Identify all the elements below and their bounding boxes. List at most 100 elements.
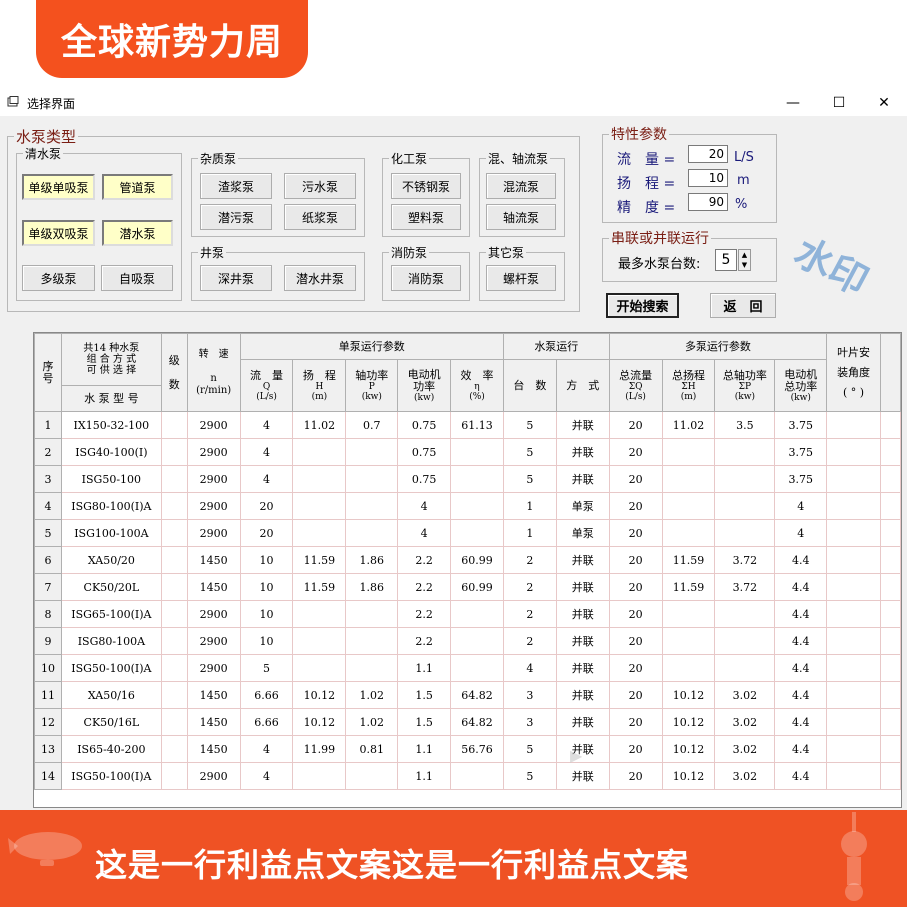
row-index-cell: 13 — [34, 735, 62, 763]
filler-cell — [879, 681, 901, 709]
pulp-pump-button[interactable]: 纸浆泵 — [284, 204, 356, 230]
multistage-pump-button[interactable]: 多级泵 — [22, 265, 95, 291]
table-cell — [160, 681, 188, 709]
table-cell: 4 — [774, 492, 828, 520]
submersible-pump-button[interactable]: 潜水泵 — [102, 220, 173, 246]
submersible-well-pump-button[interactable]: 潜水井泵 — [284, 265, 356, 291]
start-search-button[interactable]: 开始搜索 — [606, 293, 679, 318]
header-filler — [879, 333, 901, 412]
mixed-flow-pump-button[interactable]: 混流泵 — [486, 173, 556, 199]
table-cell: 4.4 — [774, 546, 828, 574]
table-cell: 并联 — [555, 762, 610, 790]
close-button[interactable]: ✕ — [861, 90, 907, 116]
table-row[interactable]: 8 ISG65-100(I)A 2900 10 2.2 2 并联 20 4.4 — [34, 600, 901, 628]
table-cell: 3.02 — [714, 735, 776, 763]
table-cell: CK50/16L — [60, 708, 162, 736]
table-row[interactable]: 14 ISG50-100(I)A 2900 4 1.1 5 并联 20 10.12 3.02 4.4 — [34, 762, 901, 790]
plastic-pump-button[interactable]: 塑料泵 — [391, 204, 461, 230]
table-cell: 2.2 — [397, 627, 452, 655]
chemical-legend: 化工泵 — [391, 152, 428, 166]
table-row[interactable]: 10 ISG50-100(I)A 2900 5 1.1 4 并联 20 4.4 — [34, 654, 901, 682]
submersible-sewage-button[interactable]: 潜污泵 — [200, 204, 272, 230]
table-cell: ISG50-100 — [60, 465, 162, 493]
table-row[interactable]: 1 IX150-32-100 2900 4 11.02 0.7 0.75 61.13 5 并联 20… — [34, 411, 901, 439]
max-pumps-spinner[interactable]: ▲ ▼ — [738, 249, 751, 271]
accuracy-input[interactable]: 90 — [688, 193, 728, 211]
self-priming-pump-button[interactable]: 自吸泵 — [101, 265, 173, 291]
filler-cell — [879, 492, 901, 520]
table-cell: 11.59 — [292, 573, 347, 601]
table-cell — [661, 465, 716, 493]
table-cell: 6.66 — [239, 681, 294, 709]
table-cell — [450, 627, 504, 655]
flow-label: 流 量 = — [617, 152, 676, 168]
table-cell: 并联 — [555, 411, 610, 439]
table-cell: 3 — [502, 708, 557, 736]
table-cell — [345, 654, 399, 682]
table-cell: 1 — [502, 519, 557, 547]
results-grid[interactable]: 序 号 共14 种水泵 组 合 方 式 可 供 选 择 级 数 转 速 n (r… — [33, 332, 902, 808]
row-index-cell: 4 — [34, 492, 62, 520]
header-head: 扬 程H (m) — [292, 359, 347, 412]
table-cell: 单泵 — [555, 492, 610, 520]
table-cell: 并联 — [555, 465, 610, 493]
table-cell — [345, 519, 399, 547]
table-cell: 11.59 — [661, 546, 716, 574]
table-row[interactable]: 12 CK50/16L 1450 6.66 10.12 1.02 1.5 64.82 3 并联 20… — [34, 708, 901, 736]
single-stage-double-suction-button[interactable]: 单级双吸泵 — [22, 220, 95, 246]
table-cell — [345, 762, 399, 790]
table-cell: 1.02 — [345, 708, 399, 736]
table-cell: 1.86 — [345, 573, 399, 601]
table-row[interactable]: 2 ISG40-100(I) 2900 4 0.75 5 并联 20 3.75 — [34, 438, 901, 466]
table-row[interactable]: 9 ISG80-100A 2900 10 2.2 2 并联 20 4.4 — [34, 627, 901, 655]
table-row[interactable]: 3 ISG50-100 2900 4 0.75 5 并联 20 3.75 — [34, 465, 901, 493]
maximize-button[interactable]: ☐ — [816, 90, 862, 116]
table-cell: 并联 — [555, 600, 610, 628]
header-motor-power: 电动机 功率 (kw) — [397, 359, 452, 412]
head-label: 扬 程 = — [617, 176, 676, 192]
sewage-pump-button[interactable]: 污水泵 — [284, 173, 356, 199]
flow-input[interactable]: 20 — [688, 145, 728, 163]
deep-well-pump-button[interactable]: 深井泵 — [200, 265, 272, 291]
axial-flow-pump-button[interactable]: 轴流泵 — [486, 204, 556, 230]
table-cell: 3.02 — [714, 762, 776, 790]
table-cell — [160, 465, 188, 493]
single-stage-single-suction-button[interactable]: 单级单吸泵 — [22, 174, 95, 200]
head-input[interactable]: 10 — [688, 169, 728, 187]
table-cell — [160, 762, 188, 790]
table-cell: ISG65-100(I)A — [60, 600, 162, 628]
header-model: 水 泵 型 号 — [60, 385, 162, 412]
table-cell: 20 — [608, 573, 663, 601]
table-cell: 20 — [608, 411, 663, 439]
minimize-button[interactable]: — — [770, 90, 816, 116]
table-cell: 2.2 — [397, 600, 452, 628]
table-cell — [160, 735, 188, 763]
table-row[interactable]: 4 ISG80-100(I)A 2900 20 4 1 单泵 20 4 — [34, 492, 901, 520]
slurry-pump-button[interactable]: 渣浆泵 — [200, 173, 272, 199]
table-cell: ISG80-100A — [60, 627, 162, 655]
table-row[interactable]: 13 IS65-40-200 1450 4 11.99 0.81 1.1 56.76 5 并联 20… — [34, 735, 901, 763]
header-total-motor: 电动机 总功率 (kw) — [774, 359, 828, 412]
stainless-pump-button[interactable]: 不锈钢泵 — [391, 173, 461, 199]
table-cell — [661, 438, 716, 466]
back-button[interactable]: 返 回 — [710, 293, 776, 318]
table-cell: 20 — [239, 492, 294, 520]
row-index-cell: 2 — [34, 438, 62, 466]
table-row[interactable]: 5 ISG100-100A 2900 20 4 1 单泵 20 4 — [34, 519, 901, 547]
pipeline-pump-button[interactable]: 管道泵 — [102, 174, 173, 200]
table-cell: 1450 — [186, 681, 241, 709]
fire-pump-button[interactable]: 消防泵 — [391, 265, 461, 291]
table-row[interactable]: 6 XA50/20 1450 10 11.59 1.86 2.2 60.99 2 并联 20 11.5… — [34, 546, 901, 574]
table-row[interactable]: 7 CK50/20L 1450 10 11.59 1.86 2.2 60.99 2 并联 20 11.… — [34, 573, 901, 601]
max-pumps-input[interactable]: 5 — [715, 249, 737, 271]
table-cell — [450, 438, 504, 466]
table-cell — [160, 600, 188, 628]
table-cell — [345, 492, 399, 520]
table-row[interactable]: 11 XA50/16 1450 6.66 10.12 1.02 1.5 64.82 3 并联 20 1… — [34, 681, 901, 709]
table-cell — [160, 411, 188, 439]
row-index-cell: 9 — [34, 627, 62, 655]
table-cell — [450, 465, 504, 493]
table-cell: 1450 — [186, 735, 241, 763]
blade-angle-cell — [826, 465, 881, 493]
screw-pump-button[interactable]: 螺杆泵 — [486, 265, 556, 291]
